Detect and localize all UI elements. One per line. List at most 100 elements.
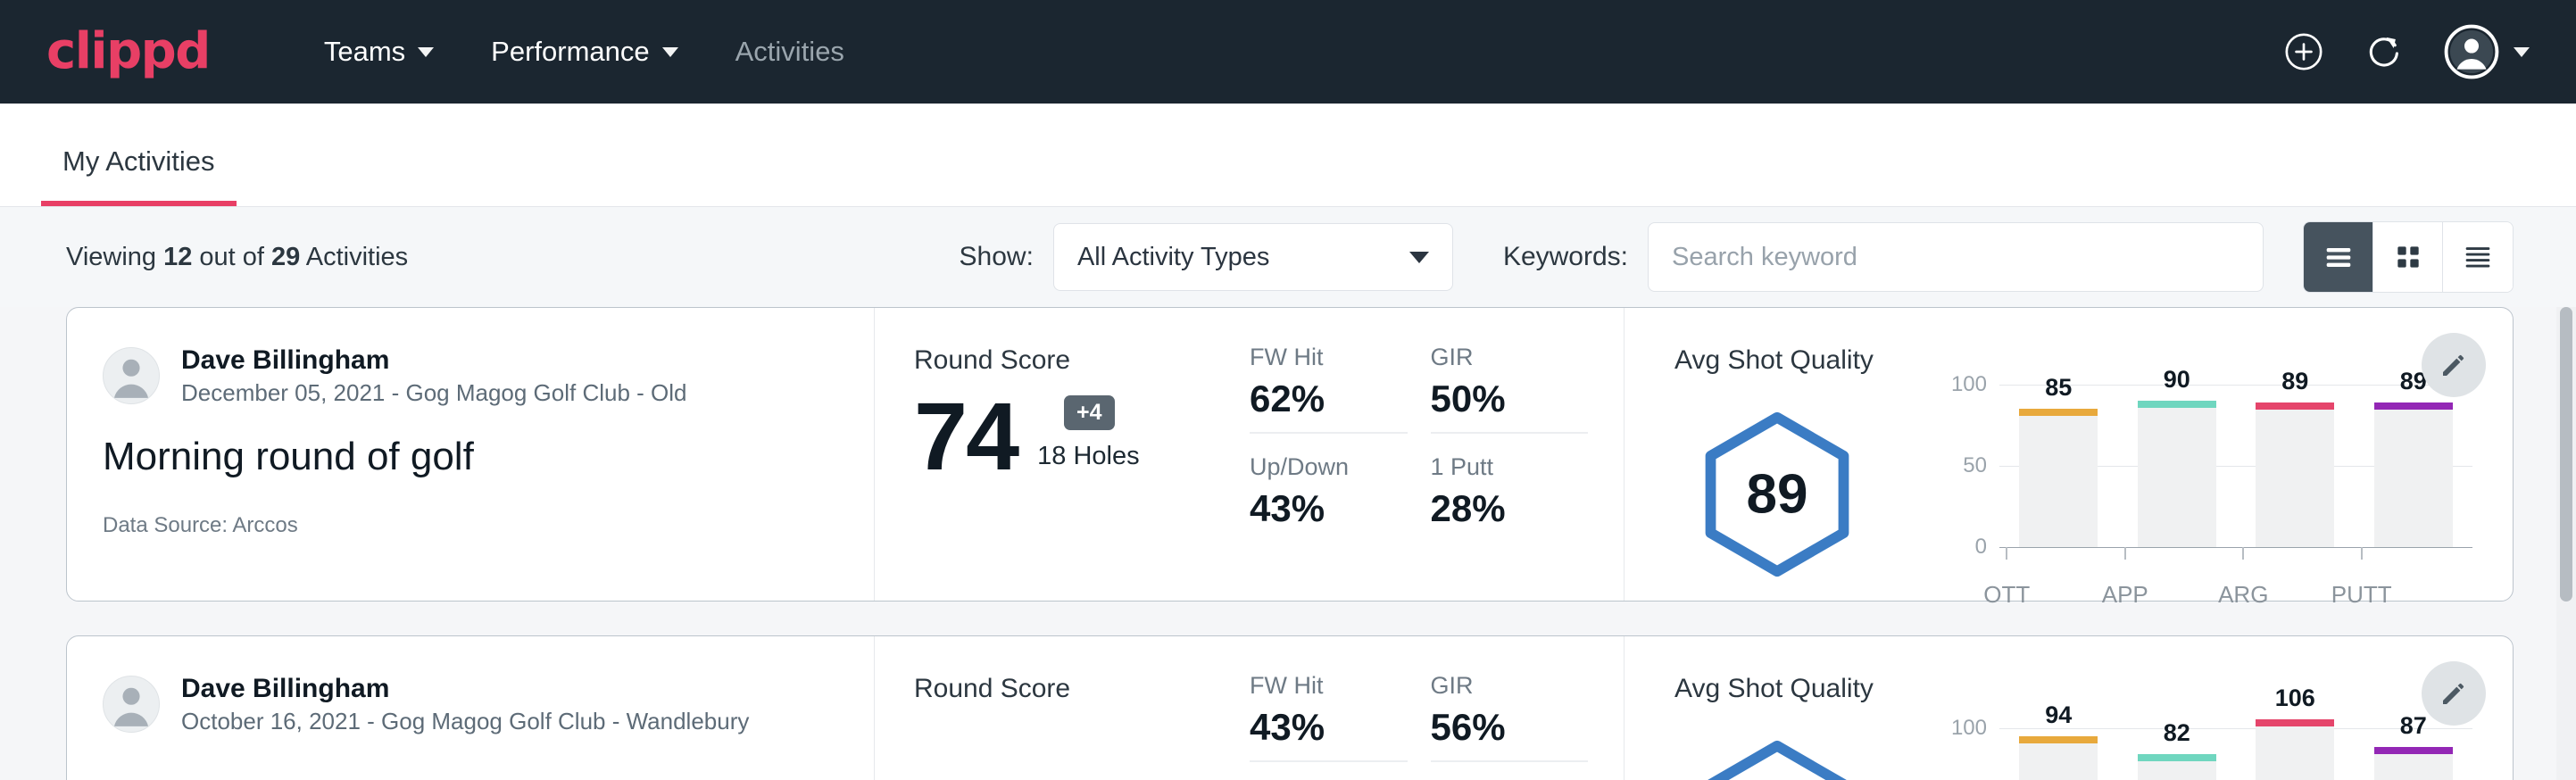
- chart-bar-value-label: 94: [1999, 701, 2118, 729]
- nav-item-performance[interactable]: Performance: [462, 36, 706, 68]
- chart-bar-group: 90: [2118, 385, 2237, 547]
- activity-card[interactable]: Dave Billingham October 16, 2021 - Gog M…: [66, 635, 2514, 780]
- chart-plot-area: 85908989: [1999, 385, 2472, 547]
- page-tab-bar: My Activities: [0, 104, 2576, 207]
- chevron-down-icon: [662, 47, 678, 57]
- chart-bar-group: 94: [1999, 713, 2118, 780]
- refresh-button[interactable]: [2364, 31, 2405, 72]
- quality-hexagon: 89: [1674, 407, 1880, 582]
- activity-type-select-value: All Activity Types: [1077, 243, 1409, 272]
- activity-card[interactable]: Dave Billingham December 05, 2021 - Gog …: [66, 307, 2514, 602]
- chart-bar: [2138, 754, 2216, 780]
- chart-bar-group: 89: [2355, 385, 2473, 547]
- nav-item-teams[interactable]: Teams: [295, 36, 462, 68]
- round-score-row: 74 +4 18 Holes: [914, 392, 1250, 480]
- avg-shot-quality-label: Avg Shot Quality: [1674, 674, 2513, 704]
- pencil-icon: [2438, 677, 2470, 709]
- chevron-down-icon: [418, 47, 434, 57]
- chart-bar-group: 82: [2118, 713, 2237, 780]
- pencil-icon: [2438, 349, 2470, 381]
- activity-meta: October 16, 2021 - Gog Magog Golf Club -…: [181, 709, 749, 734]
- edit-activity-button[interactable]: [2422, 661, 2486, 726]
- scrollbar-thumb[interactable]: [2560, 307, 2572, 602]
- top-navigation-bar: clippd Teams Performance Activities: [0, 0, 2576, 104]
- quality-chart-wrap: 050100 948210687 OTTAPPARGPUTT: [1880, 708, 2472, 780]
- activity-info-column: Dave Billingham October 16, 2021 - Gog M…: [67, 636, 875, 780]
- chart-bar: [2019, 736, 2098, 780]
- nav-item-activities-label: Activities: [735, 36, 844, 68]
- tab-my-activities[interactable]: My Activities: [41, 145, 237, 206]
- viewing-middle: out of: [192, 243, 271, 271]
- stat-gir: GIR 56%: [1431, 672, 1589, 762]
- avg-shot-quality-column: Avg Shot Quality 89 050100 85908989 OTTA…: [1625, 308, 2513, 601]
- chart-bar: [2019, 409, 2098, 547]
- edit-activity-button[interactable]: [2422, 333, 2486, 397]
- chart-x-tick: [1948, 547, 2066, 560]
- chart-x-tick: [2066, 547, 2185, 560]
- chevron-down-icon: [2514, 47, 2530, 57]
- user-menu[interactable]: [2444, 24, 2530, 79]
- grid-view-icon: [2390, 239, 2426, 275]
- chart-bar: [2138, 401, 2216, 547]
- stat-fw-hit-label: FW Hit: [1250, 344, 1408, 371]
- hexagon-icon: [1690, 735, 1865, 780]
- view-mode-toggle-group: [2303, 221, 2514, 293]
- viewing-prefix: Viewing: [66, 243, 163, 271]
- add-activity-button[interactable]: [2283, 31, 2324, 72]
- round-score-label: Round Score: [914, 345, 1250, 376]
- score-to-par-badge: +4: [1064, 395, 1115, 430]
- chart-y-tick-label: 100: [1951, 372, 1987, 397]
- stat-1-putt: 1 Putt 28%: [1431, 453, 1589, 542]
- round-score-column: Round Score 74 +4 18 Holes: [875, 308, 1250, 601]
- plus-circle-icon: [2283, 31, 2324, 72]
- avg-shot-quality-body: 050100 948210687 OTTAPPARGPUTT: [1674, 708, 2513, 780]
- chart-bar: [2374, 747, 2453, 780]
- chart-x-label: PUTT: [2303, 560, 2422, 609]
- activity-type-select[interactable]: All Activity Types: [1053, 223, 1453, 291]
- chart-x-ticks: [1948, 547, 2421, 560]
- author-text: Dave Billingham December 05, 2021 - Gog …: [181, 345, 687, 406]
- quality-score-value: 89: [1674, 462, 1880, 526]
- activity-meta: December 05, 2021 - Gog Magog Golf Club …: [181, 380, 687, 406]
- stat-fw-hit-value: 43%: [1250, 709, 1408, 746]
- activity-info-column: Dave Billingham December 05, 2021 - Gog …: [67, 308, 875, 601]
- person-avatar-icon: [104, 347, 159, 403]
- stat-gir-label: GIR: [1431, 672, 1589, 700]
- chart-y-axis: 050100: [1932, 713, 1987, 780]
- account-avatar-icon: [2444, 24, 2499, 79]
- clippd-logo[interactable]: clippd: [46, 27, 210, 77]
- page-scrollbar[interactable]: [2556, 307, 2576, 780]
- stat-gir-label: GIR: [1431, 344, 1589, 371]
- shot-quality-bar-chart: 050100 85908989: [1932, 379, 2472, 547]
- chart-x-labels: OTTAPPARGPUTT: [1948, 560, 2421, 609]
- view-mode-grid-button[interactable]: [2373, 222, 2443, 292]
- stat-1-putt-label: 1 Putt: [1431, 453, 1589, 481]
- chart-bar-group: 106: [2236, 713, 2355, 780]
- avg-shot-quality-body: 89 050100 85908989 OTTAPPARGPUTT: [1674, 379, 2513, 609]
- person-avatar-icon: [104, 676, 159, 732]
- author-text: Dave Billingham October 16, 2021 - Gog M…: [181, 674, 749, 734]
- round-score-value: 74: [914, 392, 1018, 480]
- stat-fw-hit-label: FW Hit: [1250, 672, 1408, 700]
- chart-bars: 948210687: [1999, 713, 2472, 780]
- view-mode-compact-button[interactable]: [2443, 222, 2513, 292]
- activities-toolbar: Viewing 12 out of 29 Activities Show: Al…: [0, 207, 2576, 307]
- show-label: Show:: [960, 242, 1034, 272]
- compact-view-icon: [2460, 239, 2496, 275]
- refresh-icon: [2364, 31, 2405, 72]
- chart-bar-value-label: 82: [2118, 719, 2237, 747]
- activity-author: Dave Billingham December 05, 2021 - Gog …: [103, 345, 838, 406]
- chart-y-axis: 050100: [1932, 385, 1987, 547]
- search-input[interactable]: [1648, 222, 2264, 292]
- top-nav-actions: [2283, 24, 2530, 79]
- quality-hexagon: [1674, 735, 1880, 780]
- nav-item-teams-label: Teams: [324, 36, 405, 68]
- keywords-label: Keywords:: [1503, 242, 1628, 272]
- view-mode-list-button[interactable]: [2304, 222, 2373, 292]
- stat-gir-value: 56%: [1431, 709, 1589, 746]
- author-name: Dave Billingham: [181, 674, 749, 703]
- chart-y-tick-label: 100: [1951, 716, 1987, 741]
- nav-item-activities[interactable]: Activities: [707, 36, 873, 68]
- chart-bar-value-label: 85: [1999, 374, 2118, 402]
- stat-fw-hit: FW Hit 43%: [1250, 672, 1408, 762]
